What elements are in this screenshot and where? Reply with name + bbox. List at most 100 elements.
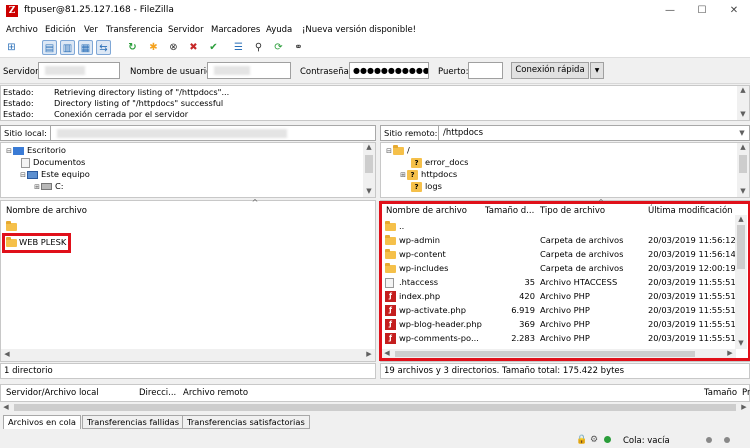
search-icon[interactable]: ⚭ <box>291 40 306 55</box>
tab-failed-transfers[interactable]: Transferencias fallidas <box>82 415 185 429</box>
remote-file-list: Nombre de archivo Tamaño d... Tipo de ar… <box>379 198 750 362</box>
tab-successful-transfers[interactable]: Transferencias satisfactorias <box>182 415 310 429</box>
queue-col-size[interactable]: Tamaño <box>704 388 737 398</box>
tab-queued-files[interactable]: Archivos en cola <box>3 415 82 429</box>
menu-ver[interactable]: Ver <box>84 25 98 35</box>
quickconnect-bar: Servidor: Nombre de usuario: Contraseña:… <box>0 58 750 84</box>
tree-item-httpdocs[interactable]: ⊞? httpdocs <box>399 168 457 180</box>
title-bar: Z ftpuser@81.25.127.168 - FileZilla — ☐ … <box>0 0 750 22</box>
local-col-name[interactable]: Nombre de archivo <box>6 204 87 218</box>
port-label: Puerto: <box>438 67 469 77</box>
sort-up-icon: ^ <box>251 198 259 207</box>
menu-servidor[interactable]: Servidor <box>168 25 204 35</box>
filezilla-icon: Z <box>6 5 18 17</box>
menu-archivo[interactable]: Archivo <box>6 25 38 35</box>
log-row: Estado: Retrieving directory listing of "… <box>3 87 230 97</box>
queue-tabs: Archivos en cola Transferencias fallidas… <box>0 415 750 429</box>
close-icon[interactable]: ✕ <box>724 4 744 18</box>
chevron-down-icon[interactable]: ▼ <box>736 129 748 137</box>
remote-path-input[interactable]: /httpdocs <box>438 125 750 141</box>
tree-item-escritorio[interactable]: ⊟ Escritorio <box>5 144 66 156</box>
status-bar: 🔒 ⚙ Cola: vacía <box>0 432 750 448</box>
menu-transferencia[interactable]: Transferencia <box>106 25 163 35</box>
message-log: Estado: Retrieving directory listing of "… <box>0 85 750 121</box>
remote-tree-scrollbar[interactable]: ▲ ▼ <box>737 143 749 197</box>
tree-item-c[interactable]: ⊞ C: <box>33 180 64 192</box>
local-site-bar: Sitio local: <box>0 125 376 141</box>
toggle-remote-tree-icon[interactable]: ▦ <box>78 40 93 55</box>
unknown-folder-icon: ? <box>411 157 422 168</box>
local-site-label: Sitio local: <box>0 125 51 141</box>
menu-bar: Archivo Edición Ver Transferencia Servid… <box>0 22 750 38</box>
local-tree-scrollbar[interactable]: ▲ ▼ <box>363 143 375 197</box>
user-label: Nombre de usuario: <box>130 67 215 77</box>
compare-icon[interactable]: ⚲ <box>251 40 266 55</box>
tree-item-logs[interactable]: ? logs <box>411 180 442 192</box>
filter-icon[interactable]: ☰ <box>231 40 246 55</box>
quickconnect-dropdown-icon[interactable]: ▼ <box>590 62 604 79</box>
host-label: Servidor: <box>3 67 42 77</box>
remote-tree: ⊟ / ? error_docs ⊞? httpdocs ? logs ▲ ▼ <box>380 142 750 198</box>
unknown-folder-icon: ? <box>411 181 422 192</box>
user-input[interactable] <box>207 62 291 79</box>
toggle-queue-icon[interactable]: ⇆ <box>96 40 111 55</box>
local-tree: ⊟ Escritorio Documentos ⊟ Este equipo ⊞ C: … <box>0 142 376 198</box>
status-light-icon <box>604 436 611 443</box>
refresh-icon[interactable]: ↻ <box>125 40 140 55</box>
remote-site-bar: Sitio remoto: /httpdocs ▼ <box>380 125 750 141</box>
maximize-icon[interactable]: ☐ <box>692 4 712 18</box>
remote-status: 19 archivos y 3 directorios. Tamaño tota… <box>380 363 750 379</box>
local-file-list: Nombre de archivo ^ WEB PLESK ◀ ▶ <box>0 198 376 362</box>
disconnect-icon[interactable]: ✖ <box>186 40 201 55</box>
unknown-folder-icon: ? <box>407 169 418 180</box>
host-input[interactable] <box>38 62 120 79</box>
tree-item-este-equipo[interactable]: ⊟ Este equipo <box>19 168 90 180</box>
lock-icon: 🔒 <box>576 435 588 445</box>
sync-browse-icon[interactable]: ⟳ <box>271 40 286 55</box>
desktop-icon <box>13 146 24 155</box>
documents-icon <box>21 157 30 168</box>
pass-label: Contraseña: <box>300 67 352 77</box>
queue-header: Servidor/Archivo local Direcci... Archiv… <box>0 384 750 402</box>
queue-status-text: Cola: vacía <box>623 436 670 446</box>
log-row: Estado: Directory listing of "/httpdocs" … <box>3 98 224 108</box>
local-path-input[interactable] <box>50 125 376 141</box>
upload-indicator-icon <box>706 437 712 443</box>
tree-item-root[interactable]: ⊟ / <box>385 144 410 156</box>
log-scrollbar[interactable]: ▲ ▼ <box>737 86 749 120</box>
tree-item-error-docs[interactable]: ? error_docs <box>411 156 468 168</box>
log-row: Estado: Conexión cerrada por el servidor <box>3 109 189 119</box>
cancel-icon[interactable]: ⊗ <box>166 40 181 55</box>
site-manager-icon[interactable]: ⊞ <box>4 40 19 55</box>
highlight-box <box>2 233 71 253</box>
quickconnect-button[interactable]: Conexión rápida <box>511 62 589 79</box>
menu-marcadores[interactable]: Marcadores <box>211 25 260 35</box>
menu-ayuda[interactable]: Ayuda <box>266 25 292 35</box>
computer-icon <box>27 170 38 179</box>
menu-nueva-version[interactable]: ¡Nueva versión disponible! <box>302 25 416 35</box>
process-queue-icon[interactable]: ✱ <box>146 40 161 55</box>
gear-icon: ⚙ <box>590 435 599 445</box>
toggle-log-icon[interactable]: ▤ <box>42 40 57 55</box>
download-indicator-icon <box>724 437 730 443</box>
toolbar: ⊞ ▤ ▥ ▦ ⇆ ↻ ✱ ⊗ ✖ ✔ ☰ ⚲ ⟳ ⚭ <box>0 38 750 58</box>
remote-site-label: Sitio remoto: <box>380 125 442 141</box>
reconnect-icon[interactable]: ✔ <box>206 40 221 55</box>
toggle-local-tree-icon[interactable]: ▥ <box>60 40 75 55</box>
queue-col-local[interactable]: Servidor/Archivo local <box>6 388 99 398</box>
window-title: ftpuser@81.25.127.168 - FileZilla <box>24 5 174 15</box>
folder-icon <box>393 144 404 155</box>
drive-icon <box>41 183 52 190</box>
port-input[interactable] <box>468 62 503 79</box>
queue-col-remote[interactable]: Archivo remoto <box>183 388 248 398</box>
queue-col-priority[interactable]: Pr <box>742 388 750 398</box>
queue-col-direction[interactable]: Direcci... <box>139 388 176 398</box>
list-item[interactable] <box>6 219 206 233</box>
menu-edicion[interactable]: Edición <box>45 25 76 35</box>
minimize-icon[interactable]: — <box>660 4 680 18</box>
folder-icon <box>6 220 17 231</box>
queue-hscrollbar[interactable]: ◀ ▶ <box>0 402 750 413</box>
local-hscrollbar[interactable]: ◀ ▶ <box>1 349 375 361</box>
tree-item-documentos[interactable]: Documentos <box>21 156 85 168</box>
password-input[interactable]: ●●●●●●●●●●●● <box>349 62 429 79</box>
